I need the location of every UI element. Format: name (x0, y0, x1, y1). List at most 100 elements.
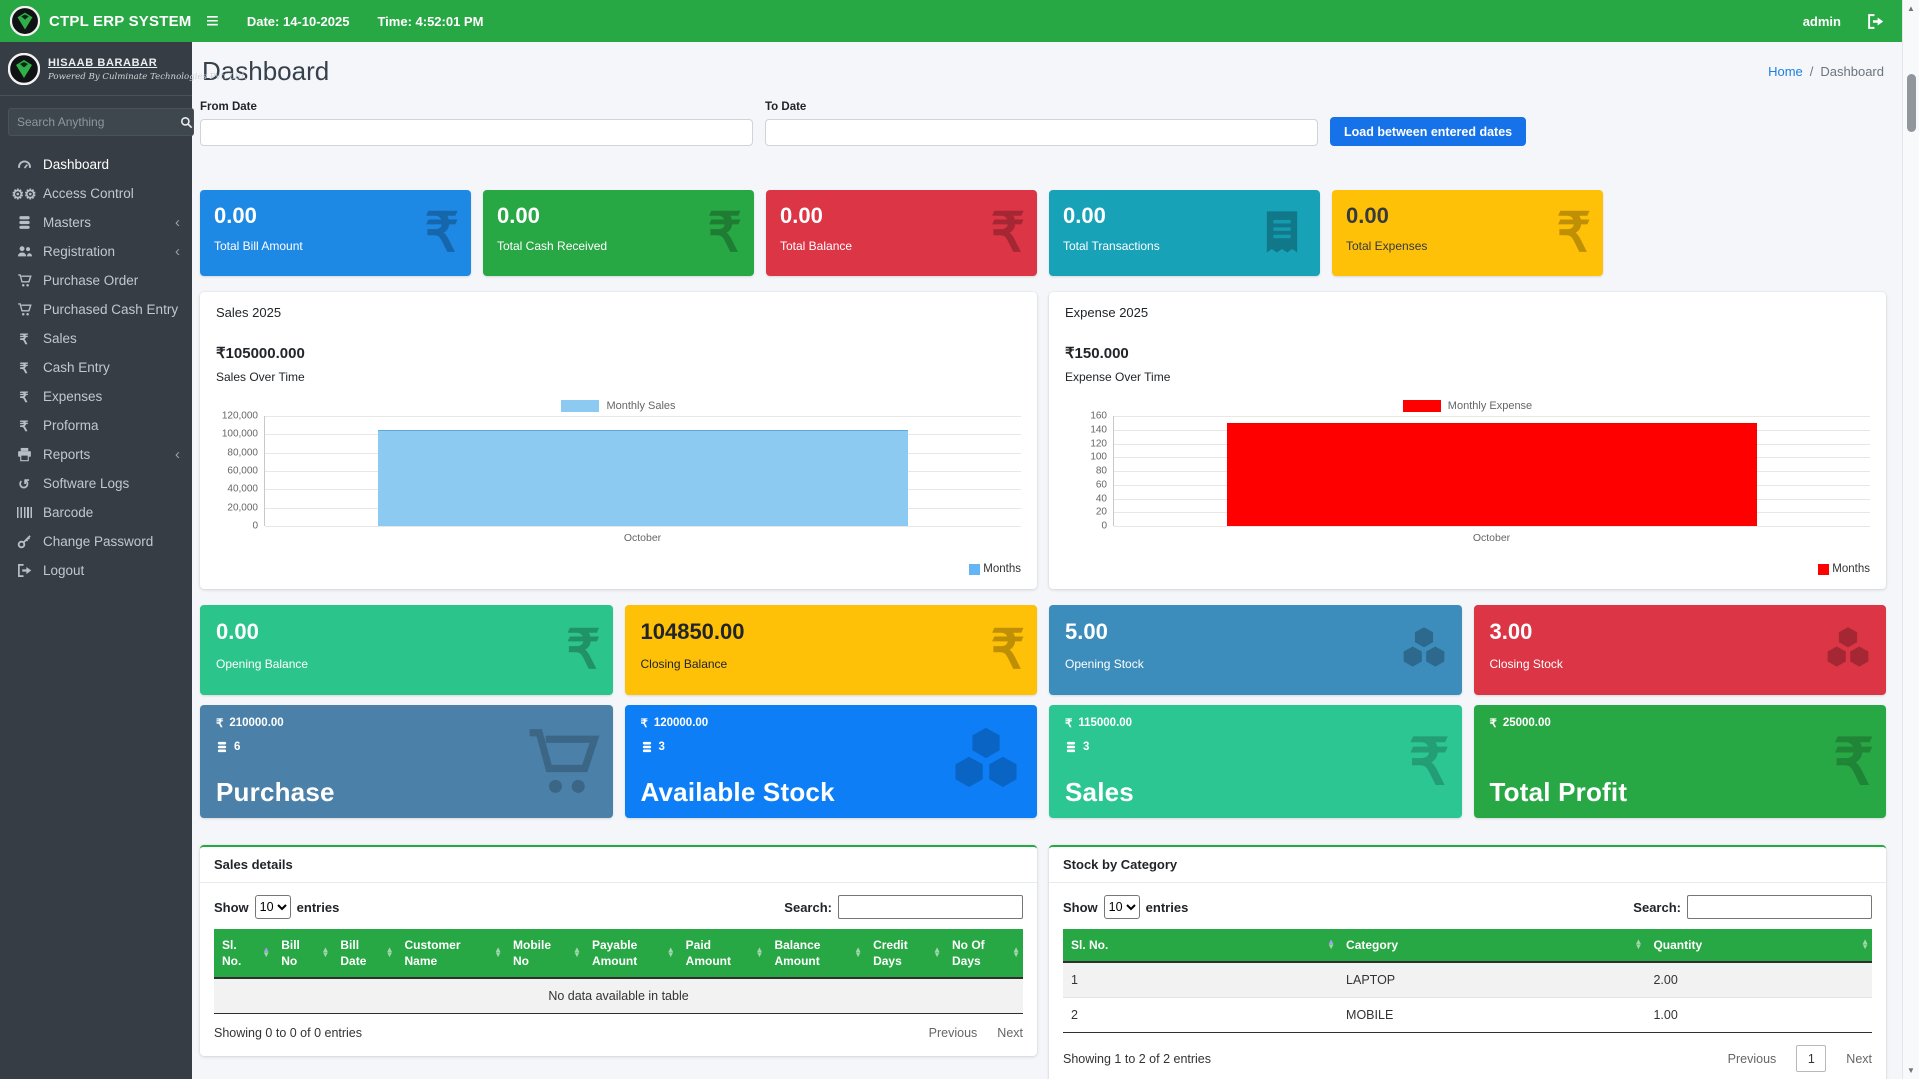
rupee-icon: ₹ (1490, 716, 1497, 730)
y-axis: 120,000100,00080,00060,00040,00020,0000 (216, 416, 264, 526)
sales-summary-card[interactable]: ₹115000.00 3 Sales ₹ (1049, 705, 1462, 818)
stock-page-size-select[interactable]: 10 (1104, 895, 1140, 919)
sales-page-size-select[interactable]: 10 (255, 895, 291, 919)
sidebar-toggle-icon[interactable]: ≡ (206, 10, 219, 32)
chevron-left-icon: ‹ (175, 447, 180, 462)
to-date-input[interactable] (765, 119, 1318, 146)
sidebar-item-barcode[interactable]: Barcode (4, 498, 188, 527)
chevron-left-icon: ‹ (175, 215, 180, 230)
scrollbar-down-arrow[interactable]: ▼ (1903, 1062, 1919, 1079)
chart-title: Expense 2025 (1065, 305, 1870, 320)
receipt-icon (1256, 207, 1308, 259)
app-title: CTPL ERP SYSTEM (49, 13, 191, 30)
gears-icon: ⚙⚙ (14, 187, 34, 201)
scrollbar-up-arrow[interactable]: ▲ (1903, 0, 1919, 17)
sidebar-item-change-password[interactable]: Change Password (4, 527, 188, 556)
stat-cards-row: 0.00 Total Bill Amount ₹ 0.00 Total Cash… (200, 190, 1886, 276)
total-profit-card[interactable]: ₹25000.00 Total Profit ₹ (1474, 705, 1887, 818)
to-date-label: To Date (765, 101, 1318, 113)
sidebar-item-proforma[interactable]: ₹ Proforma (4, 411, 188, 440)
sidebar-item-cash-entry[interactable]: ₹ Cash Entry (4, 353, 188, 382)
sidebar-item-software-logs[interactable]: ↺ Software Logs (4, 469, 188, 498)
cart-icon (14, 273, 34, 288)
sales-table-info: Showing 0 to 0 of 0 entries (214, 1026, 362, 1040)
stock-previous-button[interactable]: Previous (1728, 1052, 1777, 1066)
gauge-icon (14, 157, 34, 172)
sort-icon[interactable]: ▲▼ (573, 948, 581, 958)
summary-cards-row: ₹210000.00 6 Purchase ₹120000.00 3 Avail… (200, 705, 1886, 818)
navbar-signout-icon[interactable] (1867, 13, 1884, 30)
sidebar-search-input[interactable] (8, 108, 180, 136)
closing-stock-card: 3.00 Closing Stock (1474, 605, 1887, 695)
sort-icon[interactable]: ▲▼ (1327, 940, 1335, 950)
sort-icon[interactable]: ▲▼ (321, 948, 329, 958)
panel-title: Sales details (200, 847, 1037, 883)
available-stock-card[interactable]: ₹120000.00 3 Available Stock (625, 705, 1038, 818)
from-date-input[interactable] (200, 119, 753, 146)
sales-next-button[interactable]: Next (997, 1026, 1023, 1040)
chart-legend[interactable]: Monthly Expense (1065, 400, 1870, 412)
stock-next-button[interactable]: Next (1846, 1052, 1872, 1066)
chart-legend[interactable]: Monthly Sales (216, 400, 1021, 412)
sidebar-item-reports[interactable]: Reports ‹ (4, 440, 188, 469)
sort-icon[interactable]: ▲▼ (1012, 948, 1020, 958)
database-icon (216, 741, 228, 753)
sidebar-item-masters[interactable]: Masters ‹ (4, 208, 188, 237)
cubes-icon (1822, 624, 1874, 676)
total-transactions-card: 0.00 Total Transactions (1049, 190, 1320, 276)
x-axis-label: October (264, 532, 1021, 544)
expense-chart-panel: Expense 2025 ₹150.000 Expense Over Time … (1049, 292, 1886, 589)
sidebar-item-registration[interactable]: Registration ‹ (4, 237, 188, 266)
browser-scrollbar[interactable]: ▲ ▼ (1902, 0, 1919, 1079)
sort-icon[interactable]: ▲▼ (1635, 940, 1643, 950)
sidebar-item-dashboard[interactable]: Dashboard (4, 150, 188, 179)
table-row[interactable]: 2 MOBILE 1.00 (1063, 998, 1872, 1033)
legend-swatch (1403, 400, 1441, 412)
purchase-card[interactable]: ₹210000.00 6 Purchase (200, 705, 613, 818)
sidebar-item-logout[interactable]: Logout (4, 556, 188, 585)
stock-page-1-button[interactable]: 1 (1796, 1045, 1826, 1072)
sales-previous-button[interactable]: Previous (929, 1026, 978, 1040)
main-content: Dashboard Home / Dashboard From Date To … (192, 42, 1902, 1079)
cubes-icon (947, 723, 1025, 801)
opening-balance-card: 0.00 Opening Balance ₹ (200, 605, 613, 695)
rupee-icon: ₹ (1833, 730, 1874, 794)
key-icon (14, 534, 34, 549)
sidebar-item-purchased-cash-entry[interactable]: Purchased Cash Entry (4, 295, 188, 324)
sort-icon[interactable]: ▲▼ (262, 948, 270, 958)
sidebar-item-purchase-order[interactable]: Purchase Order (4, 266, 188, 295)
sidebar-item-expenses[interactable]: ₹ Expenses (4, 382, 188, 411)
sidebar-search-button[interactable] (180, 108, 194, 136)
navbar-username[interactable]: admin (1803, 14, 1841, 29)
sidebar-item-sales[interactable]: ₹ Sales (4, 324, 188, 353)
balance-cards-row: 0.00 Opening Balance ₹ 104850.00 Closing… (200, 605, 1886, 695)
load-between-dates-button[interactable]: Load between entered dates (1330, 117, 1526, 146)
barcode-icon (14, 507, 34, 518)
rupee-icon: ₹ (1557, 206, 1591, 260)
sort-icon[interactable]: ▲▼ (494, 948, 502, 958)
sort-icon[interactable]: ▲▼ (756, 948, 764, 958)
months-legend[interactable]: Months (1818, 563, 1870, 575)
sidebar-item-access-control[interactable]: ⚙⚙ Access Control (4, 179, 188, 208)
tables-row: Sales details Show 10 entries Search: Sl… (200, 845, 1886, 1079)
sidebar-logo-icon (8, 53, 40, 85)
sort-icon[interactable]: ▲▼ (933, 948, 941, 958)
database-icon (14, 215, 34, 230)
table-row[interactable]: 1 LAPTOP 2.00 (1063, 962, 1872, 998)
sort-icon[interactable]: ▲▼ (386, 948, 394, 958)
cart-icon (523, 723, 601, 801)
breadcrumb-current: Dashboard (1820, 64, 1884, 79)
stock-search-input[interactable] (1687, 895, 1872, 919)
sort-icon[interactable]: ▲▼ (1861, 940, 1869, 950)
sort-icon[interactable]: ▲▼ (854, 948, 862, 958)
months-legend[interactable]: Months (969, 563, 1021, 575)
rupee-icon: ₹ (991, 206, 1025, 260)
sidebar: HISAAB BARABAR Powered By Culminate Tech… (0, 42, 192, 1079)
scrollbar-thumb[interactable] (1907, 74, 1916, 132)
breadcrumb-home-link[interactable]: Home (1768, 64, 1803, 79)
total-bill-amount-card: 0.00 Total Bill Amount ₹ (200, 190, 471, 276)
sidebar-logo-subtitle: Powered By Culminate Technologies Pvt. L… (48, 72, 247, 82)
sales-search-input[interactable] (838, 895, 1023, 919)
sort-icon[interactable]: ▲▼ (667, 948, 675, 958)
stock-by-category-panel: Stock by Category Show 10 entries Search… (1049, 845, 1886, 1079)
